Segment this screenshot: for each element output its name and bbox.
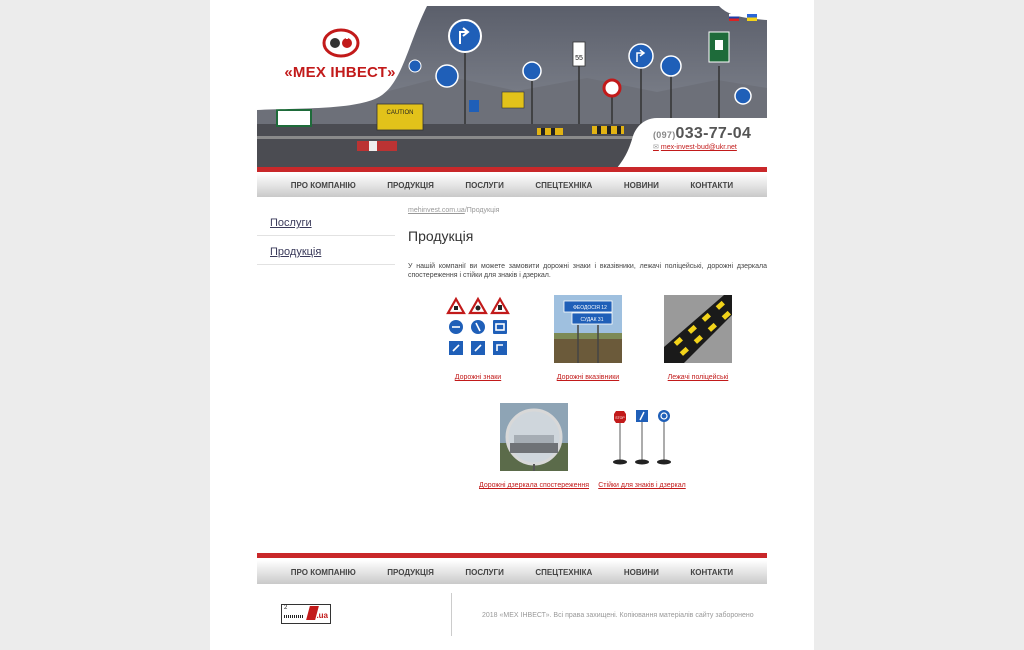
- main-content: mehinvest.com.ua/Продукція Продукція У н…: [408, 207, 767, 280]
- speed-sign-text: 55: [575, 55, 583, 62]
- footer-menu-item-contacts[interactable]: КОНТАКТИ: [690, 568, 733, 577]
- product-link-direction-signs[interactable]: Дорожні вказівники: [533, 373, 643, 382]
- footer-menu-item-products[interactable]: ПРОДУКЦІЯ: [387, 568, 434, 577]
- page-title: Продукція: [408, 228, 474, 244]
- phone-code: (097): [653, 130, 676, 140]
- intro-text: У нашій компанії ви можете замовити доро…: [408, 263, 767, 279]
- menu-item-services[interactable]: ПОСЛУГИ: [465, 181, 503, 190]
- counter-bar: [284, 615, 304, 618]
- contact-box: (097)033-77-04 ✉ mex-invest-bud@ukr.net: [653, 125, 763, 151]
- footer-menu-item-about[interactable]: ПРО КОМПАНІЮ: [291, 568, 356, 577]
- breadcrumb: mehinvest.com.ua/Продукція: [408, 207, 767, 214]
- direction-sign-line2: СУДАК 31: [581, 317, 604, 323]
- page: 55 CAUTION «МЕХ ІНВЕСТ» (097)033-77-04 ✉…: [210, 0, 814, 650]
- direction-sign-line1: ФЕОДОСІЯ 12: [573, 305, 607, 311]
- phone-number: (097)033-77-04: [653, 125, 763, 143]
- email-line: ✉ mex-invest-bud@ukr.net: [653, 143, 763, 151]
- menu-item-products[interactable]: ПРОДУКЦІЯ: [387, 181, 434, 190]
- footer-divider: [451, 593, 452, 636]
- menu-item-contacts[interactable]: КОНТАКТИ: [690, 181, 733, 190]
- road-signs-thumbnail[interactable]: [444, 295, 512, 363]
- email-icon: ✉: [653, 144, 659, 151]
- caution-sign-text: CAUTION: [387, 110, 414, 116]
- product-link-stands[interactable]: Стійки для знаків і дзеркал: [587, 481, 697, 490]
- email-link[interactable]: mex-invest-bud@ukr.net: [661, 144, 737, 151]
- menu-item-about[interactable]: ПРО КОМПАНІЮ: [291, 181, 356, 190]
- speed-bump-thumbnail[interactable]: [664, 295, 732, 363]
- product-card: Дорожні знаки: [423, 295, 533, 382]
- phone-digits: 033-77-04: [675, 125, 752, 142]
- product-card: ФЕОДОСІЯ 12 СУДАК 31 Дорожні вказівники: [533, 295, 643, 382]
- top-menu: ПРО КОМПАНІЮ ПРОДУКЦІЯ ПОСЛУГИ СПЕЦТЕХНІ…: [257, 173, 767, 197]
- flag-ru-icon[interactable]: [729, 14, 739, 21]
- counter-number: 2: [284, 605, 288, 611]
- road-mirror-thumbnail[interactable]: [500, 403, 568, 471]
- logo-text: «МЕХ ІНВЕСТ»: [284, 64, 396, 81]
- counter-domain: .ua: [316, 611, 328, 620]
- product-card: Лежачі поліцейські: [643, 295, 753, 382]
- sidebar: Послуги Продукція: [257, 213, 395, 271]
- logo-emblem-icon: [322, 28, 360, 58]
- stop-sign-text: STOP: [615, 416, 625, 420]
- sign-stands-thumbnail[interactable]: STOP: [608, 403, 676, 471]
- direction-signs-thumbnail[interactable]: ФЕОДОСІЯ 12 СУДАК 31: [554, 295, 622, 363]
- header-banner: 55 CAUTION «МЕХ ІНВЕСТ» (097)033-77-04 ✉…: [257, 6, 767, 168]
- copyright-text: 2018 «МЕХ ІНВЕСТ». Всі права захищені. К…: [482, 612, 754, 619]
- sidebar-item-products[interactable]: Продукція: [257, 242, 395, 265]
- product-link-speed-bumps[interactable]: Лежачі поліцейські: [643, 373, 753, 382]
- footer-menu-item-machinery[interactable]: СПЕЦТЕХНІКА: [535, 568, 592, 577]
- bottom-menu: ПРО КОМПАНІЮ ПРОДУКЦІЯ ПОСЛУГИ СПЕЦТЕХНІ…: [257, 560, 767, 584]
- menu-item-machinery[interactable]: СПЕЦТЕХНІКА: [535, 181, 592, 190]
- breadcrumb-current: Продукція: [466, 207, 500, 214]
- language-switcher: [729, 14, 757, 21]
- breadcrumb-home-link[interactable]: mehinvest.com.ua: [408, 207, 465, 214]
- product-link-mirrors[interactable]: Дорожні дзеркала спостереження: [479, 481, 589, 490]
- flag-ua-icon[interactable]: [747, 14, 757, 21]
- site-logo[interactable]: «МЕХ ІНВЕСТ»: [275, 24, 405, 84]
- product-card: STOP Стійки для знаків і дзеркал: [587, 403, 697, 490]
- product-card: Дорожні дзеркала спостереження: [479, 403, 589, 490]
- page-inner: 55 CAUTION «МЕХ ІНВЕСТ» (097)033-77-04 ✉…: [257, 0, 767, 650]
- menu-item-news[interactable]: НОВИНИ: [624, 181, 659, 190]
- footer-menu-item-services[interactable]: ПОСЛУГИ: [465, 568, 503, 577]
- bottom-menu-red-line: [257, 553, 767, 558]
- footer-menu-item-news[interactable]: НОВИНИ: [624, 568, 659, 577]
- product-link-road-signs[interactable]: Дорожні знаки: [423, 373, 533, 382]
- top-menu-red-line: [257, 167, 767, 172]
- sidebar-item-services[interactable]: Послуги: [257, 213, 395, 236]
- visit-counter-badge[interactable]: 2 .ua: [281, 604, 331, 624]
